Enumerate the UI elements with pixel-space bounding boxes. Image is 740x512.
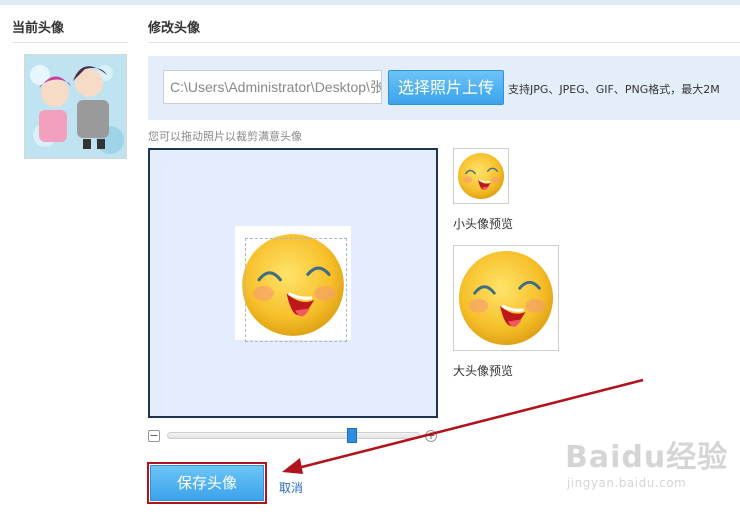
watermark: Baidu经验 jingyan.baidu.com	[565, 432, 728, 490]
watermark-logo: Baidu经验	[565, 440, 729, 475]
watermark-url: jingyan.baidu.com	[567, 476, 687, 490]
